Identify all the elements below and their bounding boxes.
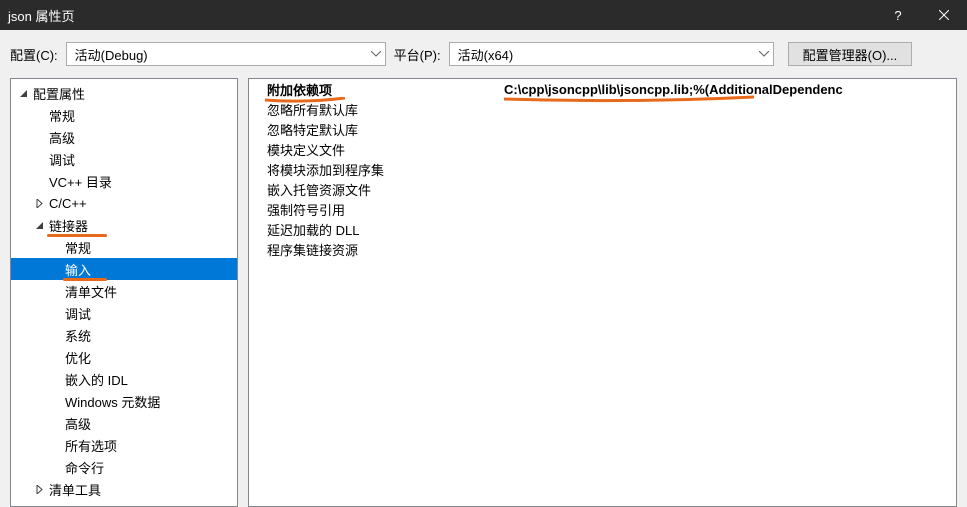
collapse-icon[interactable] xyxy=(31,221,47,230)
property-name: 嵌入托管资源文件 xyxy=(249,180,504,199)
property-row[interactable]: 强制符号引用 xyxy=(249,199,956,219)
config-manager-label: 配置管理器(O)... xyxy=(803,45,898,64)
config-manager-button[interactable]: 配置管理器(O)... xyxy=(788,42,913,66)
tree-root-config-props[interactable]: 配置属性 xyxy=(11,82,237,104)
property-row[interactable]: 延迟加载的 DLL xyxy=(249,219,956,239)
tree-item-linker-manifest-file[interactable]: 清单文件 xyxy=(11,280,237,302)
config-toolbar: 配置(C): 活动(Debug) 平台(P): 活动(x64) 配置管理器(O)… xyxy=(0,30,967,78)
expand-icon[interactable] xyxy=(31,485,47,494)
tree-label: Windows 元数据 xyxy=(63,392,160,411)
close-icon xyxy=(939,10,949,20)
tree-item-linker-embedded-idl[interactable]: 嵌入的 IDL xyxy=(11,368,237,390)
platform-value: 活动(x64) xyxy=(458,45,514,64)
tree-item-manifest-tool[interactable]: 清单工具 xyxy=(11,478,237,500)
tree-item-linker-cmdline[interactable]: 命令行 xyxy=(11,456,237,478)
tree-label: 调试 xyxy=(47,150,75,169)
annotation-underline-icon xyxy=(265,97,345,103)
tree-label: VC++ 目录 xyxy=(47,172,112,191)
tree-item-debug[interactable]: 调试 xyxy=(11,148,237,170)
tree-label: 清单文件 xyxy=(63,282,117,301)
platform-label: 平台(P): xyxy=(394,45,441,64)
chevron-down-icon xyxy=(371,51,381,57)
tree-item-linker-optimize[interactable]: 优化 xyxy=(11,346,237,368)
expand-icon[interactable] xyxy=(31,199,47,208)
tree-panel: 配置属性 常规 高级 调试 VC++ 目录 C/C++ 链 xyxy=(10,78,238,507)
tree-label: 所有选项 xyxy=(63,436,117,455)
titlebar: json 属性页 ? xyxy=(0,0,967,30)
tree-label: 链接器 xyxy=(47,216,88,235)
help-icon: ? xyxy=(894,8,901,23)
property-name: 延迟加载的 DLL xyxy=(249,220,504,239)
config-combobox[interactable]: 活动(Debug) xyxy=(66,42,386,66)
property-name: 程序集链接资源 xyxy=(249,240,504,259)
tree-item-general[interactable]: 常规 xyxy=(11,104,237,126)
tree-item-cpp[interactable]: C/C++ xyxy=(11,192,237,214)
property-row[interactable]: 程序集链接资源 xyxy=(249,239,956,259)
help-button[interactable]: ? xyxy=(875,0,921,30)
property-name: 强制符号引用 xyxy=(249,200,504,219)
tree-label: 清单工具 xyxy=(47,480,101,499)
tree-item-vcdirs[interactable]: VC++ 目录 xyxy=(11,170,237,192)
platform-combobox[interactable]: 活动(x64) xyxy=(449,42,774,66)
tree-item-linker-input[interactable]: 输入 xyxy=(11,258,237,280)
property-name: 将模块添加到程序集 xyxy=(249,160,504,179)
tree-label: 嵌入的 IDL xyxy=(63,370,128,389)
tree-label: 常规 xyxy=(63,238,91,257)
tree-label: 调试 xyxy=(63,304,91,323)
window-title: json 属性页 xyxy=(8,6,74,25)
config-label: 配置(C): xyxy=(10,45,58,64)
tree-item-linker-win-metadata[interactable]: Windows 元数据 xyxy=(11,390,237,412)
tree-item-linker-all-options[interactable]: 所有选项 xyxy=(11,434,237,456)
property-row[interactable]: 忽略特定默认库 xyxy=(249,119,956,139)
chevron-down-icon xyxy=(759,51,769,57)
tree-label: 系统 xyxy=(63,326,91,345)
tree-item-advanced[interactable]: 高级 xyxy=(11,126,237,148)
tree-item-linker-advanced[interactable]: 高级 xyxy=(11,412,237,434)
tree-label: 输入 xyxy=(63,260,91,279)
tree-label: 优化 xyxy=(63,348,91,367)
property-name: 忽略特定默认库 xyxy=(249,120,504,139)
tree-item-linker-general[interactable]: 常规 xyxy=(11,236,237,258)
close-button[interactable] xyxy=(921,0,967,30)
collapse-icon[interactable] xyxy=(15,89,31,98)
property-row[interactable]: 将模块添加到程序集 xyxy=(249,159,956,179)
tree-label: 高级 xyxy=(47,128,75,147)
annotation-underline-icon xyxy=(504,95,754,103)
property-name: 模块定义文件 xyxy=(249,140,504,159)
config-value: 活动(Debug) xyxy=(75,45,148,64)
property-row[interactable]: 嵌入托管资源文件 xyxy=(249,179,956,199)
tree-label: 高级 xyxy=(63,414,91,433)
tree-label: 配置属性 xyxy=(31,84,85,103)
main-area: 配置属性 常规 高级 调试 VC++ 目录 C/C++ 链 xyxy=(0,78,967,507)
property-row[interactable]: 模块定义文件 xyxy=(249,139,956,159)
tree-label: 常规 xyxy=(47,106,75,125)
property-grid: 附加依赖项C:\cpp\jsoncpp\lib\jsoncpp.lib;%(Ad… xyxy=(248,78,957,507)
property-name: 附加依赖项 xyxy=(249,80,504,99)
tree-item-linker[interactable]: 链接器 xyxy=(11,214,237,236)
tree-label: C/C++ xyxy=(47,196,87,211)
tree-item-linker-system[interactable]: 系统 xyxy=(11,324,237,346)
tree-label: 命令行 xyxy=(63,458,104,477)
tree-item-linker-debug[interactable]: 调试 xyxy=(11,302,237,324)
